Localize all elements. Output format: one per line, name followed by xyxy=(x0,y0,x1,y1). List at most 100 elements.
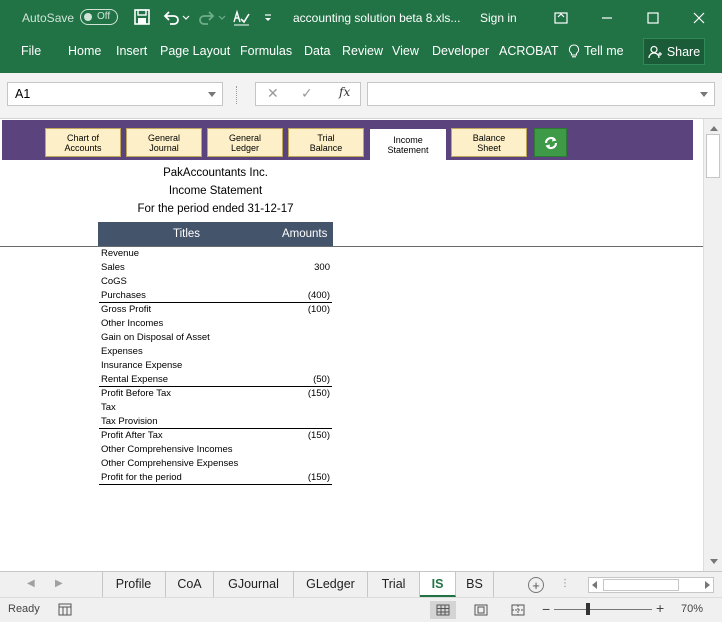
nav-chart-of-accounts-button[interactable]: Chart of Accounts xyxy=(45,128,121,157)
sheet-tab-profile[interactable]: Profile xyxy=(102,572,166,597)
expand-formula-bar-icon[interactable] xyxy=(700,92,708,97)
vertical-scroll-thumb[interactable] xyxy=(706,134,720,178)
table-row[interactable]: Sales 300 xyxy=(99,261,332,275)
row-amount: (150) xyxy=(307,472,330,483)
table-row[interactable]: Purchases (400) xyxy=(99,289,332,303)
table-row[interactable]: Other Comprehensive Expenses xyxy=(99,457,332,471)
scroll-down-icon[interactable] xyxy=(708,556,719,567)
lightbulb-icon xyxy=(568,44,580,58)
save-icon[interactable] xyxy=(133,8,151,26)
page-layout-view-icon[interactable] xyxy=(468,601,494,619)
table-row[interactable]: Gross Profit (100) xyxy=(99,303,332,317)
table-row[interactable]: Tax Provision xyxy=(99,415,332,429)
table-row[interactable]: Revenue xyxy=(99,247,332,261)
normal-view-icon[interactable] xyxy=(430,601,456,619)
spelling-check-icon[interactable] xyxy=(232,8,250,26)
sheet-tab-bar: ◀ ▶ Profile CoA GJournal GLedger Trial I… xyxy=(0,571,722,597)
row-label: Tax xyxy=(101,402,116,413)
scroll-left-icon[interactable] xyxy=(592,581,597,589)
macro-recording-icon[interactable] xyxy=(58,603,72,616)
tab-page-layout[interactable]: Page Layout xyxy=(160,35,230,67)
tab-view[interactable]: View xyxy=(392,35,419,67)
name-box[interactable]: A1 xyxy=(7,82,223,106)
table-row[interactable]: Rental Expense (50) xyxy=(99,373,332,387)
table-row[interactable]: Other Comprehensive Incomes xyxy=(99,443,332,457)
tab-formulas[interactable]: Formulas xyxy=(240,35,292,67)
nav-label: Ledger xyxy=(230,142,260,153)
redo-dropdown-icon[interactable] xyxy=(217,8,227,26)
ribbon-display-options-icon[interactable] xyxy=(538,0,584,35)
tab-developer[interactable]: Developer xyxy=(432,35,489,67)
row-amount: 300 xyxy=(314,262,330,273)
worksheet[interactable]: Chart of Accounts General Journal General L… xyxy=(0,119,703,571)
sheet-tab-is[interactable]: IS xyxy=(420,572,456,597)
name-box-dropdown-icon[interactable] xyxy=(208,92,216,97)
table-row[interactable]: Expenses xyxy=(99,345,332,359)
zoom-out-icon[interactable]: − xyxy=(542,601,550,617)
name-box-value: A1 xyxy=(15,87,31,101)
table-row[interactable]: Profit Before Tax (150) xyxy=(99,387,332,401)
insert-function-icon[interactable]: fx xyxy=(339,85,350,99)
share-button[interactable]: Share xyxy=(643,38,705,65)
nav-label: General xyxy=(228,132,262,143)
tab-insert[interactable]: Insert xyxy=(116,35,147,67)
refresh-button[interactable] xyxy=(534,128,567,157)
sheet-tab-bs[interactable]: BS xyxy=(456,572,494,597)
tell-me-box[interactable]: Tell me xyxy=(568,35,624,67)
sheet-tab-trial[interactable]: Trial xyxy=(368,572,420,597)
table-row[interactable]: Tax xyxy=(99,401,332,415)
sheet-tab-coa[interactable]: CoA xyxy=(166,572,214,597)
scroll-right-icon[interactable] xyxy=(705,581,710,589)
tab-review[interactable]: Review xyxy=(342,35,383,67)
vertical-scrollbar[interactable] xyxy=(703,119,722,571)
horizontal-scrollbar[interactable] xyxy=(588,577,714,593)
page-break-preview-icon[interactable] xyxy=(505,601,531,619)
nav-income-statement-button[interactable]: Income Statement xyxy=(370,129,446,160)
nav-general-ledger-button[interactable]: General Ledger xyxy=(207,128,283,157)
zoom-slider[interactable] xyxy=(554,609,652,610)
next-sheet-icon[interactable]: ▶ xyxy=(55,578,63,589)
table-row[interactable]: CoGS xyxy=(99,275,332,289)
tab-file[interactable]: File xyxy=(21,35,41,67)
table-row[interactable]: Insurance Expense xyxy=(99,359,332,373)
tab-home[interactable]: Home xyxy=(68,35,101,67)
table-row[interactable]: Other Incomes xyxy=(99,317,332,331)
autosave-state: Off xyxy=(97,11,111,22)
table-row[interactable]: Gain on Disposal of Asset xyxy=(99,331,332,345)
row-label: Profit Before Tax xyxy=(101,388,172,399)
nav-balance-sheet-button[interactable]: Balance Sheet xyxy=(451,128,527,157)
minimize-icon[interactable] xyxy=(584,0,630,35)
nav-trial-balance-button[interactable]: Trial Balance xyxy=(288,128,364,157)
maximize-icon[interactable] xyxy=(630,0,676,35)
formula-bar-splitter[interactable] xyxy=(236,86,238,104)
add-sheet-icon[interactable]: + xyxy=(528,577,544,593)
zoom-in-icon[interactable]: + xyxy=(656,600,664,616)
zoom-slider-knob[interactable] xyxy=(586,603,590,615)
table-row[interactable]: Profit for the period (150) xyxy=(99,471,332,485)
formula-input[interactable] xyxy=(367,82,715,106)
nav-general-journal-button[interactable]: General Journal xyxy=(126,128,202,157)
tab-acrobat[interactable]: ACROBAT xyxy=(499,35,559,67)
prev-sheet-icon[interactable]: ◀ xyxy=(27,578,35,589)
table-row[interactable]: Profit After Tax (150) xyxy=(99,429,332,443)
zoom-level[interactable]: 70% xyxy=(681,603,703,615)
redo-icon[interactable] xyxy=(198,8,216,26)
document-title: accounting solution beta 8.xls... xyxy=(293,10,461,25)
cancel-entry-icon[interactable]: ✕ xyxy=(267,85,279,102)
customize-toolbar-icon[interactable] xyxy=(262,8,274,26)
nav-label: Accounts xyxy=(64,142,102,153)
close-icon[interactable] xyxy=(676,0,722,35)
sheet-tab-gledger[interactable]: GLedger xyxy=(294,572,368,597)
tab-bar-resize-handle[interactable]: ⋮ xyxy=(560,578,570,589)
tab-data[interactable]: Data xyxy=(304,35,330,67)
sign-in-link[interactable]: Sign in xyxy=(480,0,517,35)
undo-icon[interactable] xyxy=(162,8,180,26)
horizontal-scroll-thumb[interactable] xyxy=(603,579,679,591)
scroll-up-icon[interactable] xyxy=(708,122,719,133)
confirm-entry-icon[interactable]: ✓ xyxy=(301,85,313,102)
undo-dropdown-icon[interactable] xyxy=(181,8,191,26)
row-label: Other Incomes xyxy=(101,318,164,329)
row-label: CoGS xyxy=(101,276,127,287)
sheet-tab-gjournal[interactable]: GJournal xyxy=(214,572,294,597)
autosave-toggle[interactable]: Off xyxy=(80,9,118,25)
